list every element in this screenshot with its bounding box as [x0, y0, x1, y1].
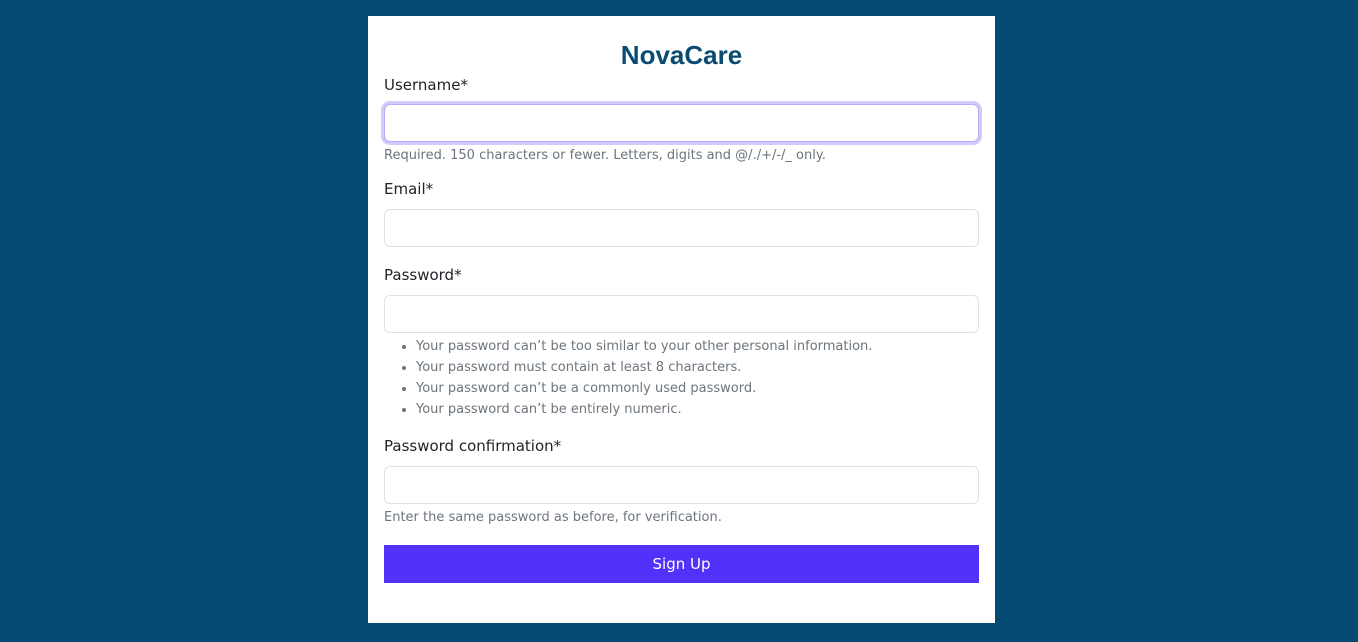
username-help-text: Required. 150 characters or fewer. Lette…	[384, 148, 826, 163]
password-confirmation-help-text: Enter the same password as before, for v…	[384, 510, 722, 525]
password-input[interactable]	[384, 295, 979, 333]
signup-card: NovaCare Username* Required. 150 charact…	[368, 16, 995, 623]
username-label: Username*	[384, 76, 468, 94]
email-label: Email*	[384, 180, 434, 198]
password-rule: Your password can’t be a commonly used p…	[416, 378, 979, 399]
username-input[interactable]	[384, 104, 979, 142]
sign-up-button[interactable]: Sign Up	[384, 545, 979, 583]
password-label: Password*	[384, 266, 462, 284]
password-confirmation-input[interactable]	[384, 466, 979, 504]
brand-title: NovaCare	[620, 40, 743, 70]
password-rules-list: Your password can’t be too similar to yo…	[384, 336, 979, 420]
password-confirmation-label: Password confirmation*	[384, 437, 562, 455]
email-input[interactable]	[384, 209, 979, 247]
password-rule: Your password must contain at least 8 ch…	[416, 357, 979, 378]
password-rule: Your password can’t be entirely numeric.	[416, 399, 979, 420]
password-rule: Your password can’t be too similar to yo…	[416, 336, 979, 357]
